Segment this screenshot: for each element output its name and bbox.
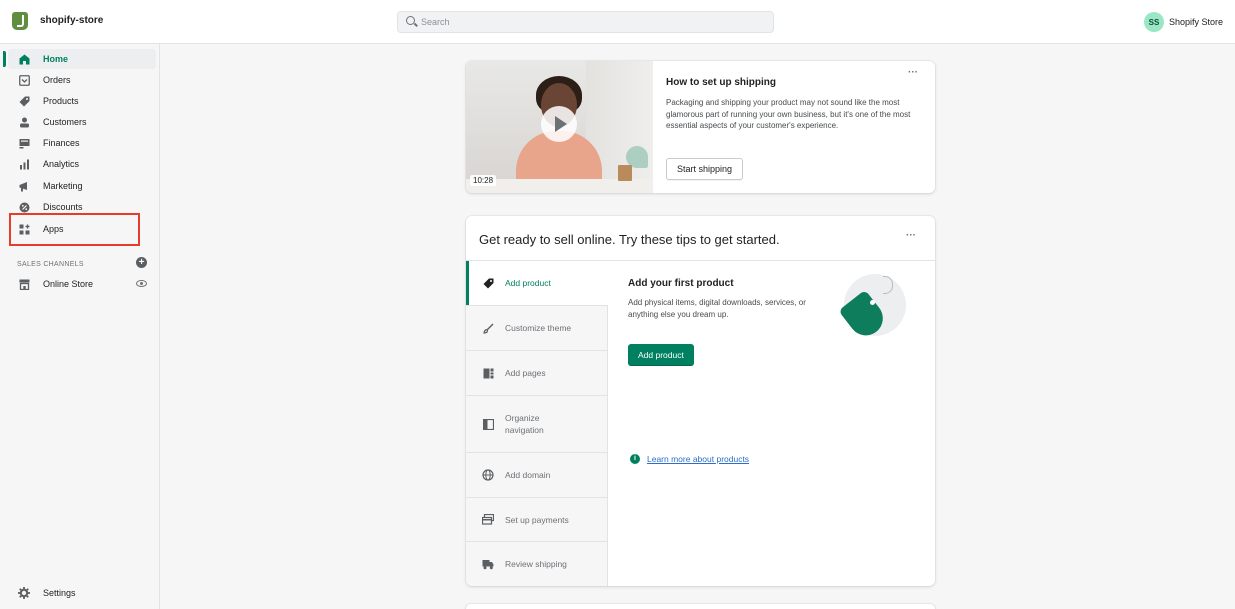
sales-channels-heading: SALES CHANNELS <box>17 261 84 268</box>
sidebar-item-home[interactable]: Home <box>3 49 156 69</box>
tab-organize-navigation[interactable]: Organize navigation <box>466 396 608 453</box>
sidebar-item-orders[interactable]: Orders <box>8 70 156 90</box>
sidebar-item-label: Orders <box>43 75 71 85</box>
search-input[interactable] <box>421 14 761 30</box>
truck-icon <box>482 558 494 570</box>
more-actions-icon[interactable]: ··· <box>906 230 916 241</box>
video-duration: 10:28 <box>470 175 497 186</box>
tab-label: Customize theme <box>505 323 572 333</box>
analytics-icon <box>17 158 31 170</box>
customers-icon <box>17 116 31 128</box>
sidebar-item-products[interactable]: Products <box>8 91 156 111</box>
gear-icon <box>17 587 31 599</box>
tab-label: Set up payments <box>505 514 569 525</box>
sidebar-item-marketing[interactable]: Marketing <box>8 176 156 196</box>
tab-add-pages[interactable]: Add pages <box>466 351 608 396</box>
sidebar-item-analytics[interactable]: Analytics <box>8 154 156 174</box>
globe-icon <box>482 469 494 481</box>
shipping-card-title: How to set up shipping <box>666 77 776 88</box>
apps-highlight-box <box>9 213 140 246</box>
finances-icon <box>17 137 31 149</box>
view-store-eye-icon[interactable] <box>136 280 147 287</box>
sidebar-item-label: Online Store <box>43 279 94 289</box>
panel-title: Add your first product <box>628 278 734 289</box>
tab-label: Add pages <box>505 368 546 378</box>
sidebar-item-label: Settings <box>43 588 76 598</box>
sidebar-item-settings[interactable]: Settings <box>8 583 156 603</box>
shipping-tutorial-card: 10:28 How to set up shipping Packaging a… <box>466 61 935 193</box>
top-bar: shopify-store SS Shopify Store <box>0 0 1235 44</box>
products-icon <box>17 95 31 107</box>
brush-icon <box>482 322 494 334</box>
add-sales-channel-icon[interactable]: + <box>136 257 147 268</box>
tab-set-up-payments[interactable]: Set up payments <box>466 498 608 542</box>
cup-illustration <box>618 165 632 181</box>
pages-icon <box>482 367 494 379</box>
panel-description: Add physical items, digital downloads, s… <box>628 298 806 319</box>
getting-started-header: Get ready to sell online. Try these tips… <box>466 216 935 261</box>
orders-icon <box>17 74 31 86</box>
search-bar[interactable] <box>397 11 774 33</box>
tab-label: Organize navigation <box>505 413 544 435</box>
tab-customize-theme[interactable]: Customize theme <box>466 306 608 351</box>
sidebar-item-label: Finances <box>43 138 80 148</box>
store-icon <box>17 278 31 290</box>
tab-add-product[interactable]: Add product <box>466 261 608 306</box>
sidebar-item-label: Customers <box>43 117 87 127</box>
marketing-icon <box>17 180 31 192</box>
start-shipping-button[interactable]: Start shipping <box>666 158 744 180</box>
home-icon <box>17 53 31 65</box>
info-icon: i <box>630 454 640 464</box>
tab-label: Add domain <box>505 470 551 480</box>
add-product-button[interactable]: Add product <box>628 344 694 366</box>
next-card-edge <box>466 604 935 609</box>
discounts-icon <box>17 201 31 213</box>
shipping-card-description: Packaging and shipping your product may … <box>666 98 911 130</box>
sidebar-item-label: Analytics <box>43 159 80 169</box>
getting-started-card: Get ready to sell online. Try these tips… <box>466 216 935 586</box>
shopify-logo-icon[interactable] <box>12 12 28 30</box>
navigation-icon <box>482 418 494 430</box>
video-thumbnail[interactable]: 10:28 <box>466 61 653 193</box>
sidebar-item-label: Home <box>43 54 69 64</box>
tab-label: Add product <box>505 278 551 288</box>
sidebar-item-finances[interactable]: Finances <box>8 133 156 153</box>
play-icon[interactable] <box>541 106 577 142</box>
tab-label: Review shipping <box>505 559 567 569</box>
learn-more-link[interactable]: Learn more about products <box>647 454 749 464</box>
getting-started-title: Get ready to sell online. Try these tips… <box>479 232 780 247</box>
sidebar-item-label: Discounts <box>43 202 83 212</box>
sidebar-item-label: Products <box>43 96 79 106</box>
tab-add-domain[interactable]: Add domain <box>466 453 608 498</box>
sidebar-item-online-store[interactable]: Online Store <box>8 274 156 294</box>
sidebar-item-customers[interactable]: Customers <box>8 112 156 132</box>
account-name[interactable]: Shopify Store <box>1169 17 1223 27</box>
store-name[interactable]: shopify-store <box>40 15 103 26</box>
search-icon <box>406 16 415 25</box>
sidebar-item-label: Marketing <box>43 181 83 191</box>
tips-tab-list: Add product Customize theme Add pages Or… <box>466 261 608 586</box>
payments-icon <box>482 514 494 526</box>
more-actions-icon[interactable]: ··· <box>908 67 918 78</box>
tag-icon <box>482 277 494 289</box>
tab-review-shipping[interactable]: Review shipping <box>466 542 608 586</box>
avatar[interactable]: SS <box>1144 12 1164 32</box>
